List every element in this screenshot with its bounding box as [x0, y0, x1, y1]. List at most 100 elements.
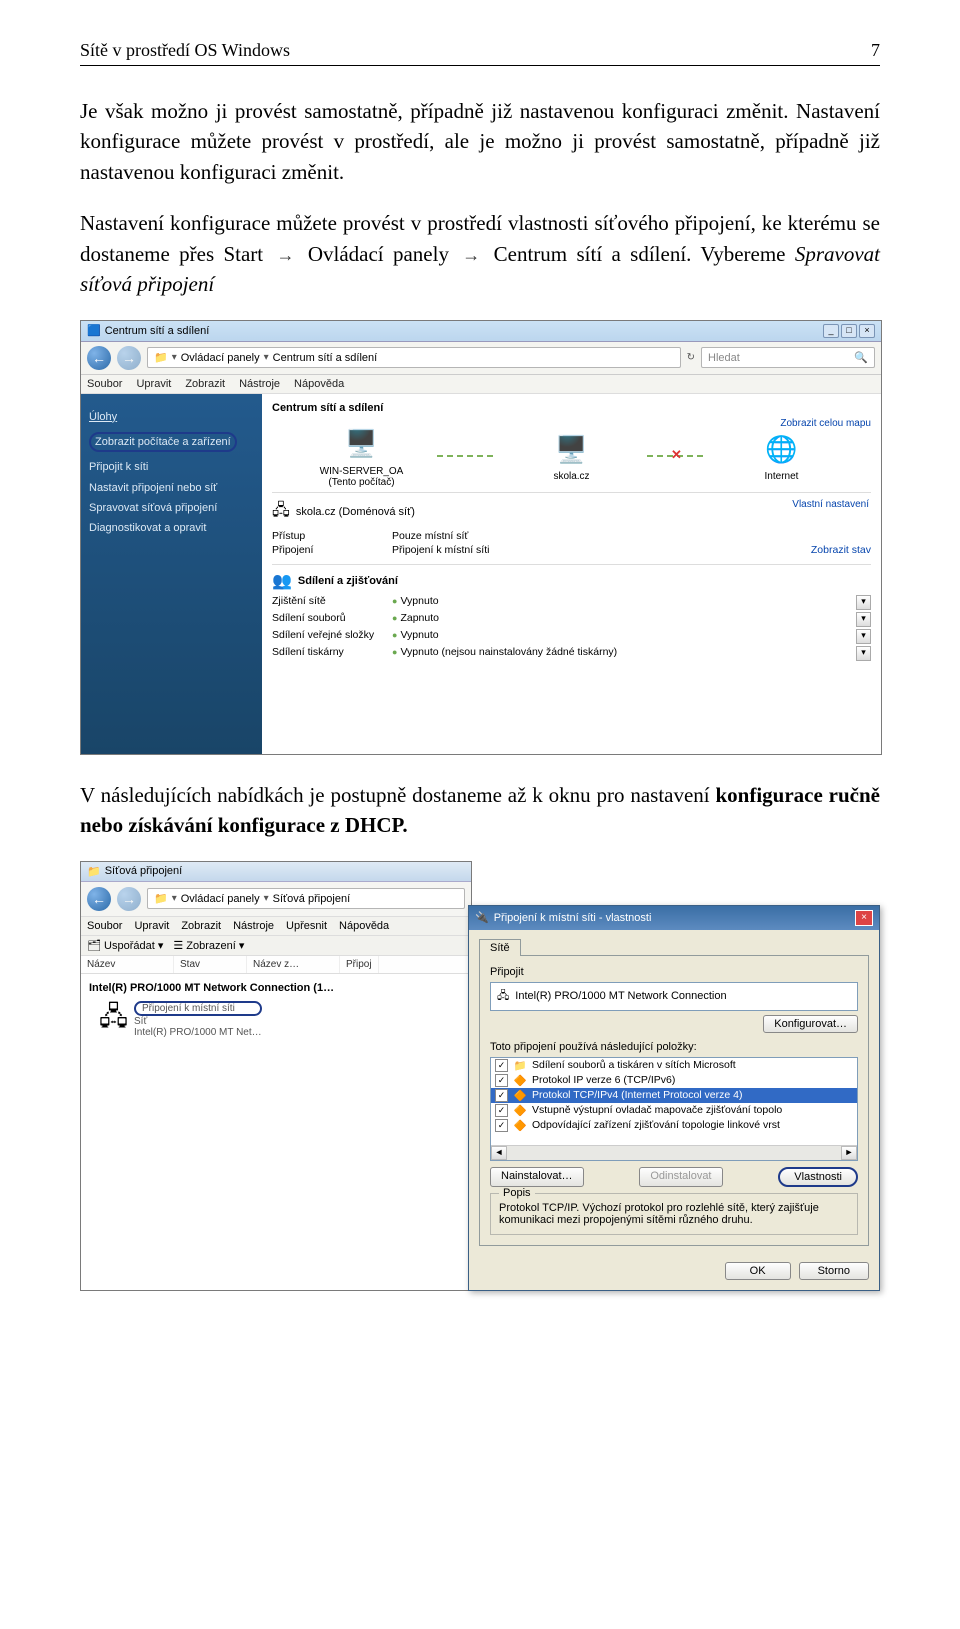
page-number: 7 — [871, 40, 880, 61]
dialog-titlebar: 🔌 Připojení k místní síti - vlastnosti × — [469, 906, 879, 930]
tab-site[interactable]: Sítě — [479, 939, 521, 956]
components-listbox[interactable]: ✓📁Sdílení souborů a tiskáren v sítích Mi… — [490, 1057, 858, 1161]
folder-icon: 📁 — [87, 865, 101, 878]
list-item[interactable]: Vstupně výstupní ovladač mapovače zjišťo… — [532, 1104, 782, 1116]
horizontal-scrollbar[interactable]: ◄ ► — [491, 1145, 857, 1160]
connect-using-label: Připojit — [490, 966, 858, 978]
expand-button[interactable]: ▾ — [856, 629, 871, 644]
address-bar[interactable]: 📁 ▾ Ovládací panely ▾ Centrum sítí a sdí… — [147, 347, 681, 368]
search-icon: 🔍 — [854, 351, 868, 364]
scroll-left-icon[interactable]: ◄ — [491, 1146, 507, 1160]
para2-a: Ovládací panely — [308, 242, 449, 266]
crumb-2[interactable]: Síťová připojení — [273, 893, 351, 905]
sharing-title: Sdílení a zjišťování — [298, 575, 398, 587]
ok-button[interactable]: OK — [725, 1262, 791, 1280]
list-item[interactable]: Sdílení souborů a tiskáren v sítích Micr… — [532, 1059, 736, 1071]
tasks-sidebar: Úlohy Zobrazit počítače a zařízení Připo… — [81, 394, 262, 754]
view-full-map-link[interactable]: Zobrazit celou mapu — [780, 418, 871, 429]
connection-sub2: Intel(R) PRO/1000 MT Net… — [134, 1027, 262, 1038]
crumb-1[interactable]: Ovládací panely — [181, 352, 260, 364]
col-device[interactable]: Název z… — [247, 956, 340, 973]
menu-napoveda[interactable]: Nápověda — [339, 920, 389, 932]
toolbar: 🗂 Uspořádat ▾ ☰ Zobrazení ▾ — [81, 936, 471, 956]
access-label: Přístup — [272, 530, 392, 542]
map-network: 🖥️ skola.cz — [527, 429, 617, 482]
view-status-link[interactable]: Zobrazit stav — [811, 544, 871, 556]
sidebar-item-devices-label: Zobrazit počítače a zařízení — [89, 432, 237, 452]
menu-upravit[interactable]: Upravit — [136, 378, 171, 390]
file-share-value: Zapnuto — [400, 612, 439, 624]
menu-soubor[interactable]: Soubor — [87, 378, 122, 390]
customize-link[interactable]: Vlastní nastavení — [792, 499, 869, 510]
refresh-icon[interactable]: ↻ — [687, 352, 695, 363]
public-share-value: Vypnuto — [400, 629, 438, 641]
list-item[interactable]: Odpovídající zařízení zjišťování topolog… — [532, 1119, 780, 1131]
close-button[interactable]: × — [855, 910, 873, 926]
col-name[interactable]: Název — [81, 956, 174, 973]
connection-sub1: Síť — [134, 1016, 262, 1027]
properties-button[interactable]: Vlastnosti — [778, 1167, 858, 1187]
nic-icon: 🖧 — [99, 998, 128, 1042]
search-placeholder: Hledat — [708, 352, 740, 364]
crumb-2[interactable]: Centrum sítí a sdílení — [273, 352, 378, 364]
back-button[interactable]: ← — [87, 346, 111, 370]
network-section: 🖧 skola.cz (Doménová síť) Vlastní nastav… — [272, 492, 871, 564]
list-item[interactable]: Protokol IP verze 6 (TCP/IPv6) — [532, 1074, 675, 1086]
description-text: Protokol TCP/IP. Výchozí protokol pro ro… — [499, 1202, 819, 1226]
views-label: Zobrazení — [186, 940, 236, 952]
address-bar[interactable]: 📁 ▾ Ovládací panely ▾ Síťová připojení — [147, 888, 465, 909]
cancel-button[interactable]: Storno — [799, 1262, 869, 1280]
expand-button[interactable]: ▾ — [856, 646, 871, 661]
sidebar-head: Úlohy — [89, 410, 254, 424]
expand-button[interactable]: ▾ — [856, 595, 871, 610]
connection-item[interactable]: 🖧 Připojení k místní síti Síť Intel(R) P… — [99, 998, 463, 1042]
paragraph-3: V následujících nabídkách je postupně do… — [80, 780, 880, 841]
back-button[interactable]: ← — [87, 887, 111, 911]
minimize-button[interactable]: _ — [823, 324, 839, 338]
menu-zobrazit[interactable]: Zobrazit — [181, 920, 221, 932]
scroll-right-icon[interactable]: ► — [841, 1146, 857, 1160]
menu-zobrazit[interactable]: Zobrazit — [185, 378, 225, 390]
description-legend: Popis — [499, 1187, 535, 1199]
menu-upravit[interactable]: Upravit — [134, 920, 169, 932]
sidebar-item-devices[interactable]: Zobrazit počítače a zařízení — [89, 430, 254, 454]
install-button[interactable]: Nainstalovat… — [490, 1167, 584, 1187]
network-icon: 🖥️ — [550, 429, 594, 469]
expand-button[interactable]: ▾ — [856, 612, 871, 627]
paragraph-2: Nastavení konfigurace můžete provést v p… — [80, 208, 880, 299]
views-button[interactable]: ☰ Zobrazení ▾ — [173, 939, 244, 952]
sidebar-item-setup[interactable]: Nastavit připojení nebo síť — [89, 481, 254, 495]
status-dot-icon: ● — [392, 647, 397, 657]
menu-napoveda[interactable]: Nápověda — [294, 378, 344, 390]
uses-label: Toto připojení používá následující polož… — [490, 1041, 858, 1053]
maximize-button[interactable]: □ — [841, 324, 857, 338]
description-box: Popis Protokol TCP/IP. Výchozí protokol … — [490, 1193, 858, 1235]
window-icon: 🟦 — [87, 324, 101, 337]
sidebar-item-diagnose[interactable]: Diagnostikovat a opravit — [89, 521, 254, 535]
menu-soubor[interactable]: Soubor — [87, 920, 122, 932]
nic-icon: 🔌 — [475, 911, 489, 924]
configure-button[interactable]: Konfigurovat… — [763, 1015, 858, 1033]
network-small-icon: 🖧 — [272, 499, 290, 526]
forward-button[interactable]: → — [117, 887, 141, 911]
sidebar-item-connect[interactable]: Připojit k síti — [89, 460, 254, 474]
close-button[interactable]: × — [859, 324, 875, 338]
list-item-selected[interactable]: Protokol TCP/IPv4 (Internet Protocol ver… — [532, 1089, 742, 1101]
menu-nastroje[interactable]: Nástroje — [239, 378, 280, 390]
sidebar-item-manage[interactable]: Spravovat síťová připojení — [89, 501, 254, 515]
file-share-label: Sdílení souborů — [272, 612, 392, 627]
col-status[interactable]: Stav — [174, 956, 247, 973]
arrow-icon: → — [462, 242, 480, 268]
organize-button[interactable]: 🗂 Uspořádat ▾ — [87, 939, 163, 952]
printer-share-label: Sdílení tiskárny — [272, 646, 392, 661]
menu-upresnit[interactable]: Upřesnit — [286, 920, 327, 932]
uninstall-button[interactable]: Odinstalovat — [639, 1167, 722, 1187]
adapter-name: Intel(R) PRO/1000 MT Network Connection — [515, 990, 726, 1002]
window-title: Síťová připojení — [105, 865, 183, 877]
menu-nastroje[interactable]: Nástroje — [233, 920, 274, 932]
col-conn[interactable]: Připoj — [340, 956, 379, 973]
search-input[interactable]: Hledat 🔍 — [701, 347, 875, 368]
sharing-section: 👥 Sdílení a zjišťování Zjištění sítě ●Vy… — [272, 564, 871, 669]
forward-button[interactable]: → — [117, 346, 141, 370]
crumb-1[interactable]: Ovládací panely — [181, 893, 260, 905]
